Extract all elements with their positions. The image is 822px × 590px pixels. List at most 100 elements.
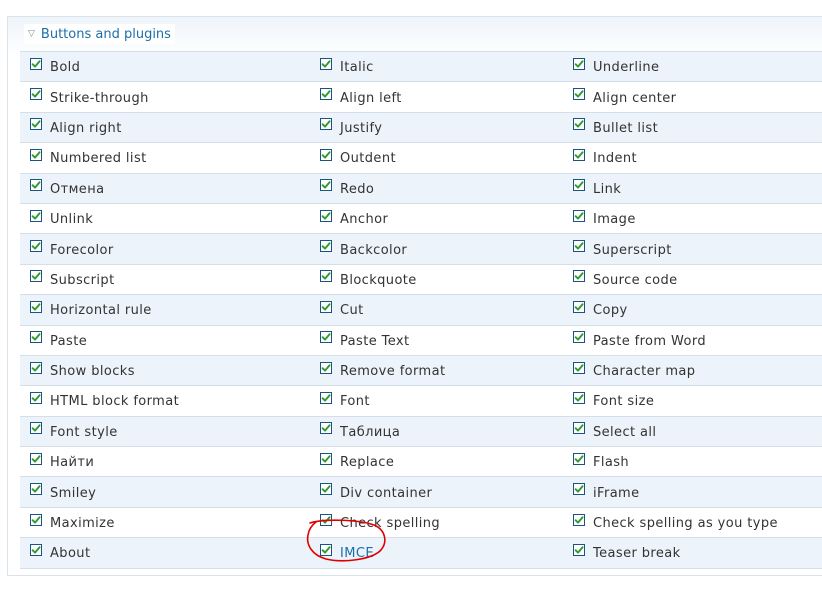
checkbox-checked-icon[interactable] — [320, 148, 332, 161]
checkbox-checked-icon[interactable] — [320, 88, 332, 101]
plugin-option-backcolor[interactable]: Backcolor — [310, 234, 563, 263]
plugin-option-таблица[interactable]: Таблица — [310, 417, 563, 446]
plugin-option-about[interactable]: About — [20, 538, 310, 567]
plugin-option-font-style[interactable]: Font style — [20, 417, 310, 446]
checkbox-checked-icon[interactable] — [30, 483, 42, 496]
plugin-option-underline[interactable]: Underline — [563, 52, 822, 81]
checkbox-checked-icon[interactable] — [320, 300, 332, 313]
plugin-option-source-code[interactable]: Source code — [563, 265, 822, 294]
checkbox-checked-icon[interactable] — [573, 300, 585, 313]
plugin-option-paste-from-word[interactable]: Paste from Word — [563, 326, 822, 355]
checkbox-checked-icon[interactable] — [573, 361, 585, 374]
checkbox-checked-icon[interactable] — [30, 88, 42, 101]
plugin-option-justify[interactable]: Justify — [310, 113, 563, 142]
plugin-option-character-map[interactable]: Character map — [563, 356, 822, 385]
plugin-option-paste[interactable]: Paste — [20, 326, 310, 355]
plugin-option-select-all[interactable]: Select all — [563, 417, 822, 446]
checkbox-checked-icon[interactable] — [30, 543, 42, 556]
checkbox-checked-icon[interactable] — [573, 543, 585, 556]
plugin-option-replace[interactable]: Replace — [310, 447, 563, 476]
plugin-option-align-center[interactable]: Align center — [563, 82, 822, 111]
plugin-option-outdent[interactable]: Outdent — [310, 143, 563, 172]
plugin-option-flash[interactable]: Flash — [563, 447, 822, 476]
checkbox-checked-icon[interactable] — [30, 391, 42, 404]
plugin-option-link[interactable]: Link — [563, 174, 822, 203]
plugin-option-font[interactable]: Font — [310, 386, 563, 415]
plugin-option-bold[interactable]: Bold — [20, 52, 310, 81]
checkbox-checked-icon[interactable] — [573, 57, 585, 70]
plugin-option-html-block-format[interactable]: HTML block format — [20, 386, 310, 415]
plugin-option-blockquote[interactable]: Blockquote — [310, 265, 563, 294]
checkbox-checked-icon[interactable] — [320, 270, 332, 283]
checkbox-checked-icon[interactable] — [30, 452, 42, 465]
checkbox-checked-icon[interactable] — [573, 452, 585, 465]
plugin-option-align-right[interactable]: Align right — [20, 113, 310, 142]
checkbox-checked-icon[interactable] — [573, 148, 585, 161]
plugin-option-indent[interactable]: Indent — [563, 143, 822, 172]
plugin-option-subscript[interactable]: Subscript — [20, 265, 310, 294]
checkbox-checked-icon[interactable] — [30, 240, 42, 253]
checkbox-checked-icon[interactable] — [30, 513, 42, 526]
checkbox-checked-icon[interactable] — [30, 300, 42, 313]
checkbox-checked-icon[interactable] — [30, 57, 42, 70]
checkbox-checked-icon[interactable] — [320, 179, 332, 192]
plugin-option-найти[interactable]: Найти — [20, 447, 310, 476]
plugin-option-paste-text[interactable]: Paste Text — [310, 326, 563, 355]
checkbox-checked-icon[interactable] — [573, 422, 585, 435]
checkbox-checked-icon[interactable] — [30, 422, 42, 435]
plugin-option-redo[interactable]: Redo — [310, 174, 563, 203]
plugin-option-smiley[interactable]: Smiley — [20, 477, 310, 506]
plugin-option-label[interactable]: IMCE — [340, 546, 374, 561]
checkbox-checked-icon[interactable] — [320, 452, 332, 465]
checkbox-checked-icon[interactable] — [30, 209, 42, 222]
checkbox-checked-icon[interactable] — [30, 331, 42, 344]
plugin-option-check-spelling[interactable]: Check spelling — [310, 508, 563, 537]
plugin-option-italic[interactable]: Italic — [310, 52, 563, 81]
plugin-option-teaser-break[interactable]: Teaser break — [563, 538, 822, 567]
checkbox-checked-icon[interactable] — [573, 179, 585, 192]
plugin-option-strike-through[interactable]: Strike-through — [20, 82, 310, 111]
plugin-option-align-left[interactable]: Align left — [310, 82, 563, 111]
checkbox-checked-icon[interactable] — [573, 331, 585, 344]
plugin-option-show-blocks[interactable]: Show blocks — [20, 356, 310, 385]
plugin-option-remove-format[interactable]: Remove format — [310, 356, 563, 385]
plugin-option-copy[interactable]: Copy — [563, 295, 822, 324]
plugin-option-bullet-list[interactable]: Bullet list — [563, 113, 822, 142]
plugin-option-anchor[interactable]: Anchor — [310, 204, 563, 233]
checkbox-checked-icon[interactable] — [320, 513, 332, 526]
checkbox-checked-icon[interactable] — [320, 483, 332, 496]
checkbox-checked-icon[interactable] — [30, 179, 42, 192]
checkbox-checked-icon[interactable] — [320, 57, 332, 70]
checkbox-checked-icon[interactable] — [320, 209, 332, 222]
checkbox-checked-icon[interactable] — [573, 118, 585, 131]
checkbox-checked-icon[interactable] — [573, 513, 585, 526]
fieldset-legend-toggle[interactable]: ▽ Buttons and plugins — [24, 24, 175, 44]
checkbox-checked-icon[interactable] — [320, 331, 332, 344]
plugin-option-unlink[interactable]: Unlink — [20, 204, 310, 233]
plugin-option-numbered-list[interactable]: Numbered list — [20, 143, 310, 172]
plugin-option-forecolor[interactable]: Forecolor — [20, 234, 310, 263]
plugin-option-horizontal-rule[interactable]: Horizontal rule — [20, 295, 310, 324]
plugin-option-check-spelling-as-you-type[interactable]: Check spelling as you type — [563, 508, 822, 537]
plugin-option-maximize[interactable]: Maximize — [20, 508, 310, 537]
checkbox-checked-icon[interactable] — [30, 270, 42, 283]
checkbox-checked-icon[interactable] — [30, 361, 42, 374]
checkbox-checked-icon[interactable] — [30, 148, 42, 161]
checkbox-checked-icon[interactable] — [573, 483, 585, 496]
plugin-option-superscript[interactable]: Superscript — [563, 234, 822, 263]
checkbox-checked-icon[interactable] — [573, 88, 585, 101]
checkbox-checked-icon[interactable] — [320, 118, 332, 131]
plugin-option-image[interactable]: Image — [563, 204, 822, 233]
checkbox-checked-icon[interactable] — [573, 391, 585, 404]
checkbox-checked-icon[interactable] — [320, 391, 332, 404]
plugin-option-imce[interactable]: IMCE — [310, 538, 563, 567]
checkbox-checked-icon[interactable] — [573, 209, 585, 222]
plugin-option-div-container[interactable]: Div container — [310, 477, 563, 506]
checkbox-checked-icon[interactable] — [320, 543, 332, 556]
plugin-option-font-size[interactable]: Font size — [563, 386, 822, 415]
plugin-option-отмена[interactable]: Отмена — [20, 174, 310, 203]
plugin-option-cut[interactable]: Cut — [310, 295, 563, 324]
checkbox-checked-icon[interactable] — [30, 118, 42, 131]
checkbox-checked-icon[interactable] — [320, 240, 332, 253]
plugin-option-iframe[interactable]: iFrame — [563, 477, 822, 506]
